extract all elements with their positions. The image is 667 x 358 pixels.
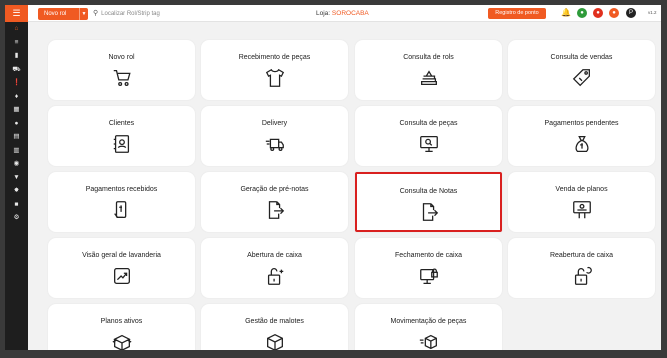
card-label: Delivery xyxy=(261,120,288,127)
sidebar: ⌂ ≡ ▮ ⛟ ❗ ♦ ▦ ● ▤ ▥ ◉ ▼ ✸ ■ ⚙ xyxy=(5,22,28,350)
tag-icon[interactable]: ▮ xyxy=(5,49,28,63)
card-label: Novo rol xyxy=(108,54,135,61)
search-placeholder: Localizar Rol/Strip tag xyxy=(101,11,160,17)
pricetag-icon[interactable]: ♦ xyxy=(5,90,28,104)
search-icon: ⚲ xyxy=(93,10,99,17)
document-icon[interactable]: ▤ xyxy=(5,130,28,144)
chevron-down-icon[interactable]: ▼ xyxy=(79,8,88,20)
square-icon[interactable]: ■ xyxy=(5,198,28,212)
contacts-book-icon xyxy=(111,133,133,155)
settings-icon[interactable]: ⚙ xyxy=(5,211,28,225)
user-icon[interactable]: ● xyxy=(5,117,28,131)
card-label: Consulta de peças xyxy=(399,120,458,127)
search-input[interactable]: ⚲ Localizar Rol/Strip tag xyxy=(93,8,243,20)
cash-icon[interactable]: ◉ xyxy=(5,157,28,171)
card-consulta-notas[interactable]: Consulta de Notas xyxy=(355,172,502,232)
card-label: Consulta de rols xyxy=(403,54,454,61)
avatar[interactable]: P xyxy=(626,8,636,18)
filter-icon[interactable]: ▼ xyxy=(5,171,28,185)
card-label: Pagamentos recebidos xyxy=(85,186,158,193)
store-label: Loja: xyxy=(316,10,331,17)
box-icon xyxy=(264,331,286,350)
top-bar: ☰ Novo rol ▼ ⚲ Localizar Rol/Strip tag Lo… xyxy=(5,5,661,22)
card-planos-ativos[interactable]: Planos ativos xyxy=(48,304,195,350)
bell-icon[interactable]: 🔔 xyxy=(561,8,571,18)
card-label: Consulta de Notas xyxy=(399,188,458,195)
card-fechamento-caixa[interactable]: Fechamento de caixa xyxy=(355,238,502,298)
alert-icon[interactable]: ❗ xyxy=(5,76,28,90)
status-green-icon[interactable]: ● xyxy=(577,8,587,18)
chart-growth-icon xyxy=(111,265,133,287)
price-tag-icon xyxy=(571,67,593,89)
card-label: Gestão de malotes xyxy=(245,318,304,325)
store-indicator: Loja: SOROCABA xyxy=(316,8,369,20)
card-clientes[interactable]: Clientes xyxy=(48,106,195,166)
card-recebimento-pecas[interactable]: Recebimento de peças xyxy=(201,40,348,100)
gear-group-icon[interactable]: ✸ xyxy=(5,184,28,198)
card-reabertura-caixa[interactable]: Reabertura de caixa xyxy=(508,238,655,298)
home-icon[interactable]: ⌂ xyxy=(5,22,28,36)
card-label: Recebimento de peças xyxy=(238,54,311,61)
box-move-icon xyxy=(418,331,440,350)
card-label: Reabertura de caixa xyxy=(549,252,614,259)
card-consulta-pecas[interactable]: Consulta de peças xyxy=(355,106,502,166)
novo-rol-label: Novo rol xyxy=(44,11,67,17)
status-orange-icon[interactable]: ● xyxy=(609,8,619,18)
store-name: SOROCABA xyxy=(331,10,369,17)
shirt-icon xyxy=(264,67,286,89)
card-label: Consulta de vendas xyxy=(550,54,613,61)
card-label: Planos ativos xyxy=(100,318,143,325)
money-bag-icon xyxy=(571,133,593,155)
card-abertura-caixa[interactable]: Abertura de caixa xyxy=(201,238,348,298)
app-window: ☰ Novo rol ▼ ⚲ Localizar Rol/Strip tag Lo… xyxy=(5,5,661,350)
card-label: Visão geral de lavanderia xyxy=(82,252,161,259)
card-label: Movimentação de peças xyxy=(390,318,467,325)
monitor-lock-icon xyxy=(418,265,440,287)
novo-rol-button[interactable]: Novo rol ▼ xyxy=(38,8,88,20)
delivery-truck-icon xyxy=(264,133,286,155)
document-export-icon xyxy=(418,201,440,223)
plan-board-icon xyxy=(571,199,593,221)
card-label: Pagamentos pendentes xyxy=(544,120,619,127)
card-venda-planos[interactable]: Venda de planos xyxy=(508,172,655,232)
box-open-icon xyxy=(111,331,133,350)
card-label: Clientes xyxy=(108,120,135,127)
card-delivery[interactable]: Delivery xyxy=(201,106,348,166)
book-icon[interactable]: ▦ xyxy=(5,103,28,117)
card-label: Venda de planos xyxy=(555,186,608,193)
document-export-icon xyxy=(264,199,286,221)
padlock-refresh-icon xyxy=(571,265,593,287)
card-consulta-vendas[interactable]: Consulta de vendas xyxy=(508,40,655,100)
card-consulta-rols[interactable]: Consulta de rols xyxy=(355,40,502,100)
card-gestao-malotes[interactable]: Gestão de malotes xyxy=(201,304,348,350)
card-label: Geração de pré-notas xyxy=(240,186,309,193)
cart-icon xyxy=(111,67,133,89)
list-icon[interactable]: ≡ xyxy=(5,36,28,50)
card-geracao-pre-notas[interactable]: Geração de pré-notas xyxy=(201,172,348,232)
receipt-icon[interactable]: ▥ xyxy=(5,144,28,158)
card-visao-geral-lavanderia[interactable]: Visão geral de lavanderia xyxy=(48,238,195,298)
version-label: v1.2 xyxy=(648,10,657,15)
card-label: Abertura de caixa xyxy=(247,252,302,259)
mobile-payment-icon xyxy=(111,199,133,221)
padlock-open-icon xyxy=(264,265,286,287)
card-movimentacao-pecas[interactable]: Movimentação de peças xyxy=(355,304,502,350)
registro-ponto-button[interactable]: Registro de ponto xyxy=(488,8,546,19)
hamburger-icon[interactable]: ☰ xyxy=(5,5,28,22)
card-novo-rol[interactable]: Novo rol xyxy=(48,40,195,100)
card-label: Fechamento de caixa xyxy=(395,252,462,259)
card-pagamentos-pendentes[interactable]: Pagamentos pendentes xyxy=(508,106,655,166)
card-pagamentos-recebidos[interactable]: Pagamentos recebidos xyxy=(48,172,195,232)
status-red-icon[interactable]: ● xyxy=(593,8,603,18)
monitor-search-icon xyxy=(418,133,440,155)
clothes-stack-icon xyxy=(418,67,440,89)
truck-icon[interactable]: ⛟ xyxy=(5,63,28,77)
